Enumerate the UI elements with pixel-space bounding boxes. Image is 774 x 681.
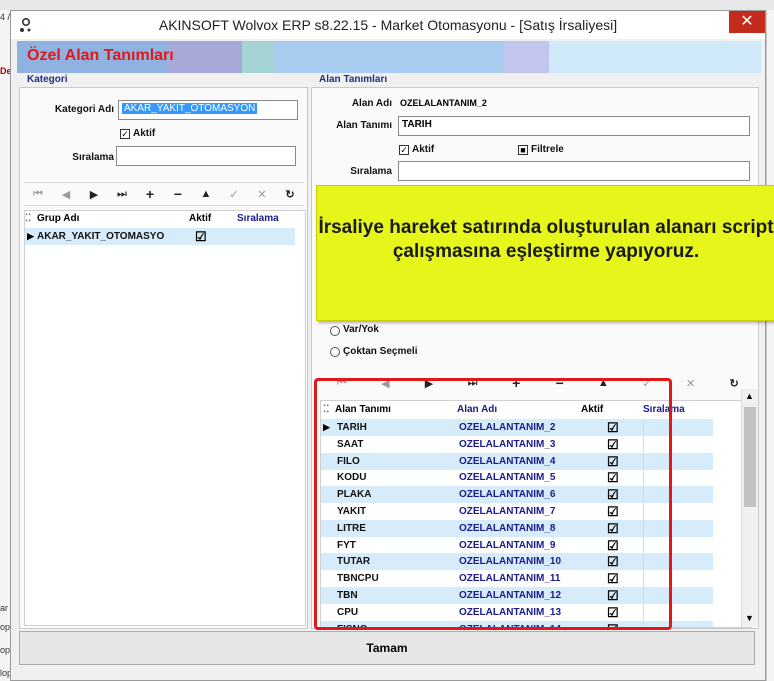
- window-title: AKINSOFT Wolvox ERP s8.22.15 - Market Ot…: [158, 17, 618, 33]
- col-aktif[interactable]: Aktif: [189, 211, 211, 227]
- callout-text: İrsaliye hareket satırında oluşturulan a…: [318, 217, 774, 262]
- kategori-siralama-field[interactable]: [116, 146, 296, 166]
- alan-siralama-field[interactable]: [398, 161, 750, 181]
- scroll-down-icon[interactable]: ▼: [745, 613, 754, 623]
- kategori-aktif-label: Aktif: [133, 128, 156, 139]
- alan-group-label: Alan Tanımları: [319, 74, 388, 85]
- radio-var-yok-label: Var/Yok: [343, 324, 379, 335]
- post-button[interactable]: ✓: [220, 188, 248, 201]
- grup-cell: AKAR_YAKIT_OTOMASYO: [37, 231, 165, 242]
- kategori-panel: Kategori Adı AKAR_YAKIT_OTOMASYON ✓ Akti…: [19, 87, 308, 629]
- next-record-button[interactable]: ▶: [80, 188, 108, 201]
- add-record-button[interactable]: +: [136, 186, 164, 202]
- kategori-grid-header: ⁚⁚ Grup Adı Aktif Sıralama: [25, 211, 305, 227]
- cancel-edit-button[interactable]: ✕: [669, 377, 713, 390]
- kategori-name-value: AKAR_YAKIT_OTOMASYON: [122, 103, 258, 114]
- kategori-grid: ⁚⁚ Grup Adı Aktif Sıralama ▶ AKAR_YAKIT_…: [24, 210, 306, 626]
- col-grup-adi[interactable]: Grup Adı: [37, 211, 79, 227]
- radio-coktan-secmeli[interactable]: [330, 347, 340, 357]
- close-button[interactable]: ✕: [729, 11, 765, 33]
- title-bar: AKINSOFT Wolvox ERP s8.22.15 - Market Ot…: [11, 11, 765, 39]
- table-row[interactable]: ▶ AKAR_YAKIT_OTOMASYO ☑: [25, 228, 295, 245]
- filtrele-checkbox[interactable]: ■: [518, 145, 528, 155]
- col-siralama[interactable]: Sıralama: [237, 211, 279, 227]
- kategori-siralama-label: Sıralama: [72, 152, 114, 163]
- scroll-thumb[interactable]: [744, 407, 756, 507]
- first-record-button[interactable]: ⏮: [24, 188, 52, 201]
- background-fragment: 4 /: [0, 12, 11, 22]
- alan-tanimi-label: Alan Tanımı: [336, 120, 392, 131]
- alan-tanimi-field[interactable]: TARIH: [398, 116, 750, 136]
- row-pointer-icon: ▶: [27, 231, 34, 241]
- up-button[interactable]: ▲: [192, 188, 220, 200]
- filtrele-label: Filtrele: [531, 144, 564, 155]
- banner-title: Özel Alan Tanımları: [27, 47, 174, 64]
- kategori-name-label: Kategori Adı: [54, 104, 114, 115]
- refresh-button[interactable]: ↻: [712, 377, 756, 390]
- kategori-name-field[interactable]: AKAR_YAKIT_OTOMASYON: [118, 100, 298, 120]
- alan-siralama-label: Sıralama: [350, 166, 392, 177]
- highlight-box: [314, 378, 672, 630]
- banner: Özel Alan Tanımları: [17, 41, 761, 73]
- background-fragment: ar: [0, 603, 9, 613]
- prev-record-button[interactable]: ◀: [52, 188, 80, 201]
- aktif-cell[interactable]: ☑: [195, 228, 207, 245]
- ok-button[interactable]: Tamam: [19, 631, 755, 665]
- alan-adi-label: Alan Adı: [351, 98, 392, 109]
- special-fields-dialog: AKINSOFT Wolvox ERP s8.22.15 - Market Ot…: [10, 10, 766, 681]
- refresh-button[interactable]: ↻: [276, 188, 304, 201]
- background-app-right: [766, 10, 774, 681]
- alan-grid-scrollbar[interactable]: ▲ ▼: [741, 389, 758, 627]
- cancel-edit-button[interactable]: ✕: [248, 188, 276, 201]
- kategori-navigator: ⏮ ◀ ▶ ⏭ + − ▲ ✓ ✕ ↻: [24, 182, 304, 206]
- annotation-callout: İrsaliye hareket satırında oluşturulan a…: [316, 185, 774, 321]
- delete-record-button[interactable]: −: [164, 186, 192, 202]
- alan-aktif-label: Aktif: [412, 144, 435, 155]
- background-fragment: op: [0, 622, 11, 632]
- grid-drag-icon: ⁚⁚: [25, 213, 32, 224]
- kategori-group-label: Kategori: [27, 74, 68, 85]
- scroll-up-icon[interactable]: ▲: [745, 391, 754, 401]
- radio-var-yok[interactable]: [330, 326, 340, 336]
- last-record-button[interactable]: ⏭: [108, 188, 136, 201]
- kategori-aktif-checkbox[interactable]: ✓: [120, 129, 130, 139]
- radio-coktan-secmeli-label: Çoktan Seçmeli: [343, 346, 418, 357]
- background-fragment: op: [0, 645, 11, 655]
- alan-aktif-checkbox[interactable]: ✓: [399, 145, 409, 155]
- alan-adi-value: OZELALANTANIM_2: [400, 98, 487, 108]
